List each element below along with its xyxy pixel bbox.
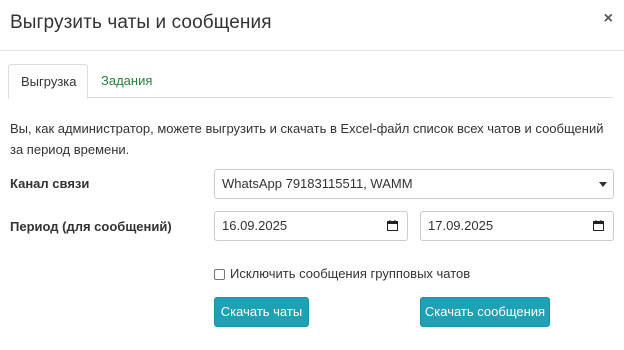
date-from-input[interactable]: 16.09.2025	[214, 211, 408, 241]
channel-label: Канал связи	[10, 176, 90, 191]
exclude-group-checkbox[interactable]	[214, 269, 225, 280]
chevron-down-icon	[599, 182, 607, 187]
close-icon[interactable]: ×	[604, 11, 613, 27]
download-chats-button[interactable]: Скачать чаты	[214, 297, 309, 327]
tab-export[interactable]: Выгрузка	[8, 64, 88, 99]
channel-select-value: WhatsApp 79183115511, WAMM	[222, 176, 413, 191]
channel-select[interactable]: WhatsApp 79183115511, WAMM	[214, 169, 614, 199]
export-dialog: Выгрузить чаты и сообщения × Выгрузка За…	[0, 0, 624, 350]
date-from-value: 16.09.2025	[222, 218, 288, 233]
calendar-icon[interactable]	[593, 220, 604, 231]
dialog-header: Выгрузить чаты и сообщения ×	[0, 0, 624, 51]
download-messages-button[interactable]: Скачать сообщения	[420, 297, 550, 327]
tab-tasks[interactable]: Задания	[89, 64, 164, 98]
exclude-group-label[interactable]: Исключить сообщения групповых чатов	[230, 266, 470, 281]
description-text: Вы, как администратор, можете выгрузить …	[10, 121, 604, 157]
tab-bar: Выгрузка Задания	[8, 64, 613, 99]
date-to-input[interactable]: 17.09.2025	[420, 211, 614, 241]
date-to-value: 17.09.2025	[428, 218, 494, 233]
dialog-title: Выгрузить чаты и сообщения	[10, 12, 272, 33]
period-label: Период (для сообщений)	[10, 219, 172, 234]
calendar-icon[interactable]	[387, 220, 398, 231]
